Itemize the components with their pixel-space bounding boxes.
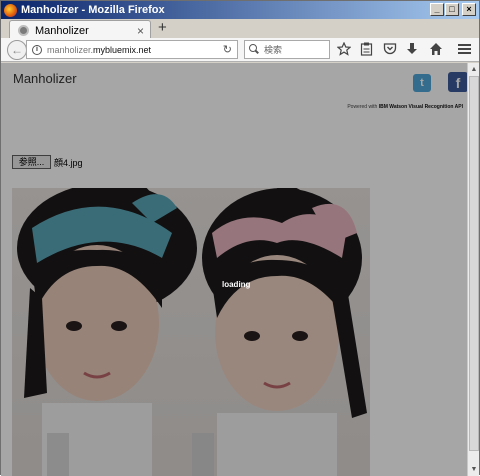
scroll-thumb[interactable] — [469, 76, 479, 451]
url-bar[interactable]: i manholizer. mybluemix.net ↻ — [26, 40, 238, 59]
scroll-down-arrow-icon[interactable]: ▼ — [469, 464, 479, 475]
reading-list-icon[interactable] — [360, 42, 373, 56]
maximize-button[interactable]: □ — [445, 3, 459, 16]
new-tab-button[interactable]: + — [158, 19, 167, 36]
tab-manholizer[interactable]: Manholizer × — [9, 20, 151, 40]
scroll-up-arrow-icon[interactable]: ▲ — [469, 64, 479, 75]
window-title: Manholizer - Mozilla Firefox — [21, 4, 165, 16]
url-host: mybluemix.net — [93, 44, 152, 55]
navigation-bar: ← i manholizer. mybluemix.net ↻ 検索 — [1, 38, 479, 62]
close-button[interactable]: × — [462, 3, 476, 16]
search-placeholder: 検索 — [264, 45, 283, 55]
tab-strip: Manholizer × + — [1, 19, 479, 40]
vertical-scrollbar[interactable]: ▲ ▼ — [467, 63, 479, 476]
star-icon[interactable] — [337, 42, 351, 56]
tab-close-icon[interactable]: × — [137, 24, 144, 38]
title-bar: Manholizer - Mozilla Firefox _ □ × — [1, 1, 479, 19]
minimize-button[interactable]: _ — [430, 3, 444, 16]
search-input[interactable]: 検索 — [244, 40, 330, 59]
reload-icon[interactable]: ↻ — [223, 43, 232, 56]
menu-icon[interactable] — [458, 42, 471, 56]
loading-overlay — [1, 63, 467, 476]
firefox-logo-icon — [4, 3, 17, 17]
pocket-icon[interactable] — [383, 42, 397, 56]
back-button[interactable]: ← — [7, 40, 27, 60]
page-viewport: Manholizer t f Powered with IBM Watson V… — [1, 63, 467, 476]
browser-window: Manholizer - Mozilla Firefox _ □ × Manho… — [0, 0, 480, 476]
tab-label: Manholizer — [35, 24, 89, 37]
loading-text: loading — [222, 280, 251, 289]
download-icon[interactable] — [406, 42, 418, 56]
window-controls: _ □ × — [430, 3, 476, 16]
info-icon[interactable]: i — [32, 44, 42, 55]
home-icon[interactable] — [429, 42, 443, 56]
search-icon — [249, 44, 260, 55]
globe-icon — [18, 25, 29, 36]
url-subdomain: manholizer. — [47, 44, 94, 55]
